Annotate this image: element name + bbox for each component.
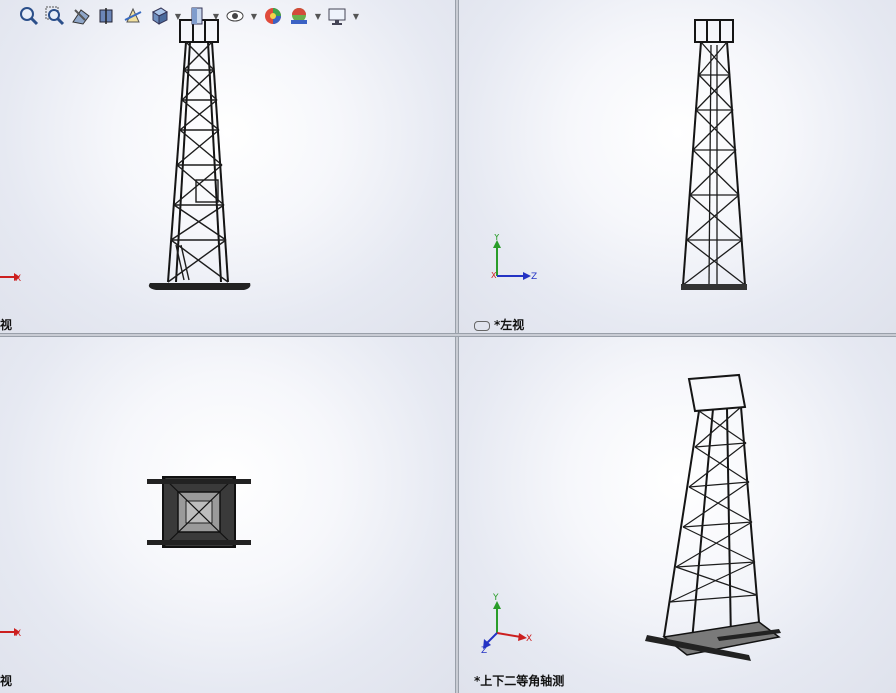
apply-scene-icon[interactable] bbox=[288, 5, 310, 27]
heads-up-view-toolbar: ▼ ▼ ▼ ▼ ▼ bbox=[18, 4, 360, 28]
viewport-front[interactable]: X 视 bbox=[0, 0, 455, 333]
chevron-down-icon[interactable]: ▼ bbox=[314, 12, 322, 21]
zoom-to-fit-icon[interactable] bbox=[18, 5, 40, 27]
triad-x-label: X bbox=[15, 274, 21, 283]
triad-x-axis: X bbox=[0, 623, 26, 642]
triad-z-label: Z bbox=[531, 272, 537, 282]
link-view-icon[interactable] bbox=[474, 320, 490, 331]
viewport-top-label: 视 bbox=[0, 674, 13, 688]
viewport-left[interactable]: Y Z X *左视 bbox=[459, 0, 896, 333]
chevron-down-icon[interactable]: ▼ bbox=[212, 12, 220, 21]
viewport-splitter-vertical[interactable] bbox=[455, 0, 459, 693]
triad-x-axis: X bbox=[0, 268, 26, 287]
viewport-front-label: 视 bbox=[0, 318, 13, 332]
viewport-isometric[interactable]: Y X Z *上下二等角轴测 bbox=[459, 337, 896, 693]
viewport-splitter-horizontal[interactable] bbox=[0, 333, 896, 337]
dynamic-annotation-icon[interactable] bbox=[122, 5, 144, 27]
viewport-top[interactable]: X 视 bbox=[0, 337, 455, 693]
viewport-isometric-label: *上下二等角轴测 bbox=[474, 674, 565, 688]
display-style-icon[interactable] bbox=[186, 5, 208, 27]
edit-appearance-icon[interactable] bbox=[262, 5, 284, 27]
triad-y-label: Y bbox=[493, 234, 500, 243]
section-view-icon[interactable] bbox=[96, 5, 118, 27]
triad-x-label: X bbox=[526, 634, 532, 644]
chevron-down-icon[interactable]: ▼ bbox=[352, 12, 360, 21]
triad-x-label: X bbox=[491, 271, 497, 280]
triad-y-label: Y bbox=[492, 593, 499, 603]
tower-front-view bbox=[148, 19, 251, 290]
viewport-left-label: *左视 bbox=[474, 316, 524, 333]
view-triad: Y Z X bbox=[489, 233, 539, 288]
chevron-down-icon[interactable]: ▼ bbox=[250, 12, 258, 21]
tower-top-view bbox=[147, 476, 251, 548]
triad-x-label: X bbox=[15, 629, 21, 638]
previous-view-icon[interactable] bbox=[70, 5, 92, 27]
zoom-to-area-icon[interactable] bbox=[44, 5, 66, 27]
view-triad-iso: Y X Z bbox=[481, 593, 537, 657]
triad-z-label: Z bbox=[481, 646, 487, 653]
viewport-left-label-text: *左视 bbox=[494, 318, 525, 332]
view-settings-icon[interactable] bbox=[326, 5, 348, 27]
view-orientation-icon[interactable] bbox=[148, 5, 170, 27]
hide-show-icon[interactable] bbox=[224, 5, 246, 27]
chevron-down-icon[interactable]: ▼ bbox=[174, 12, 182, 21]
